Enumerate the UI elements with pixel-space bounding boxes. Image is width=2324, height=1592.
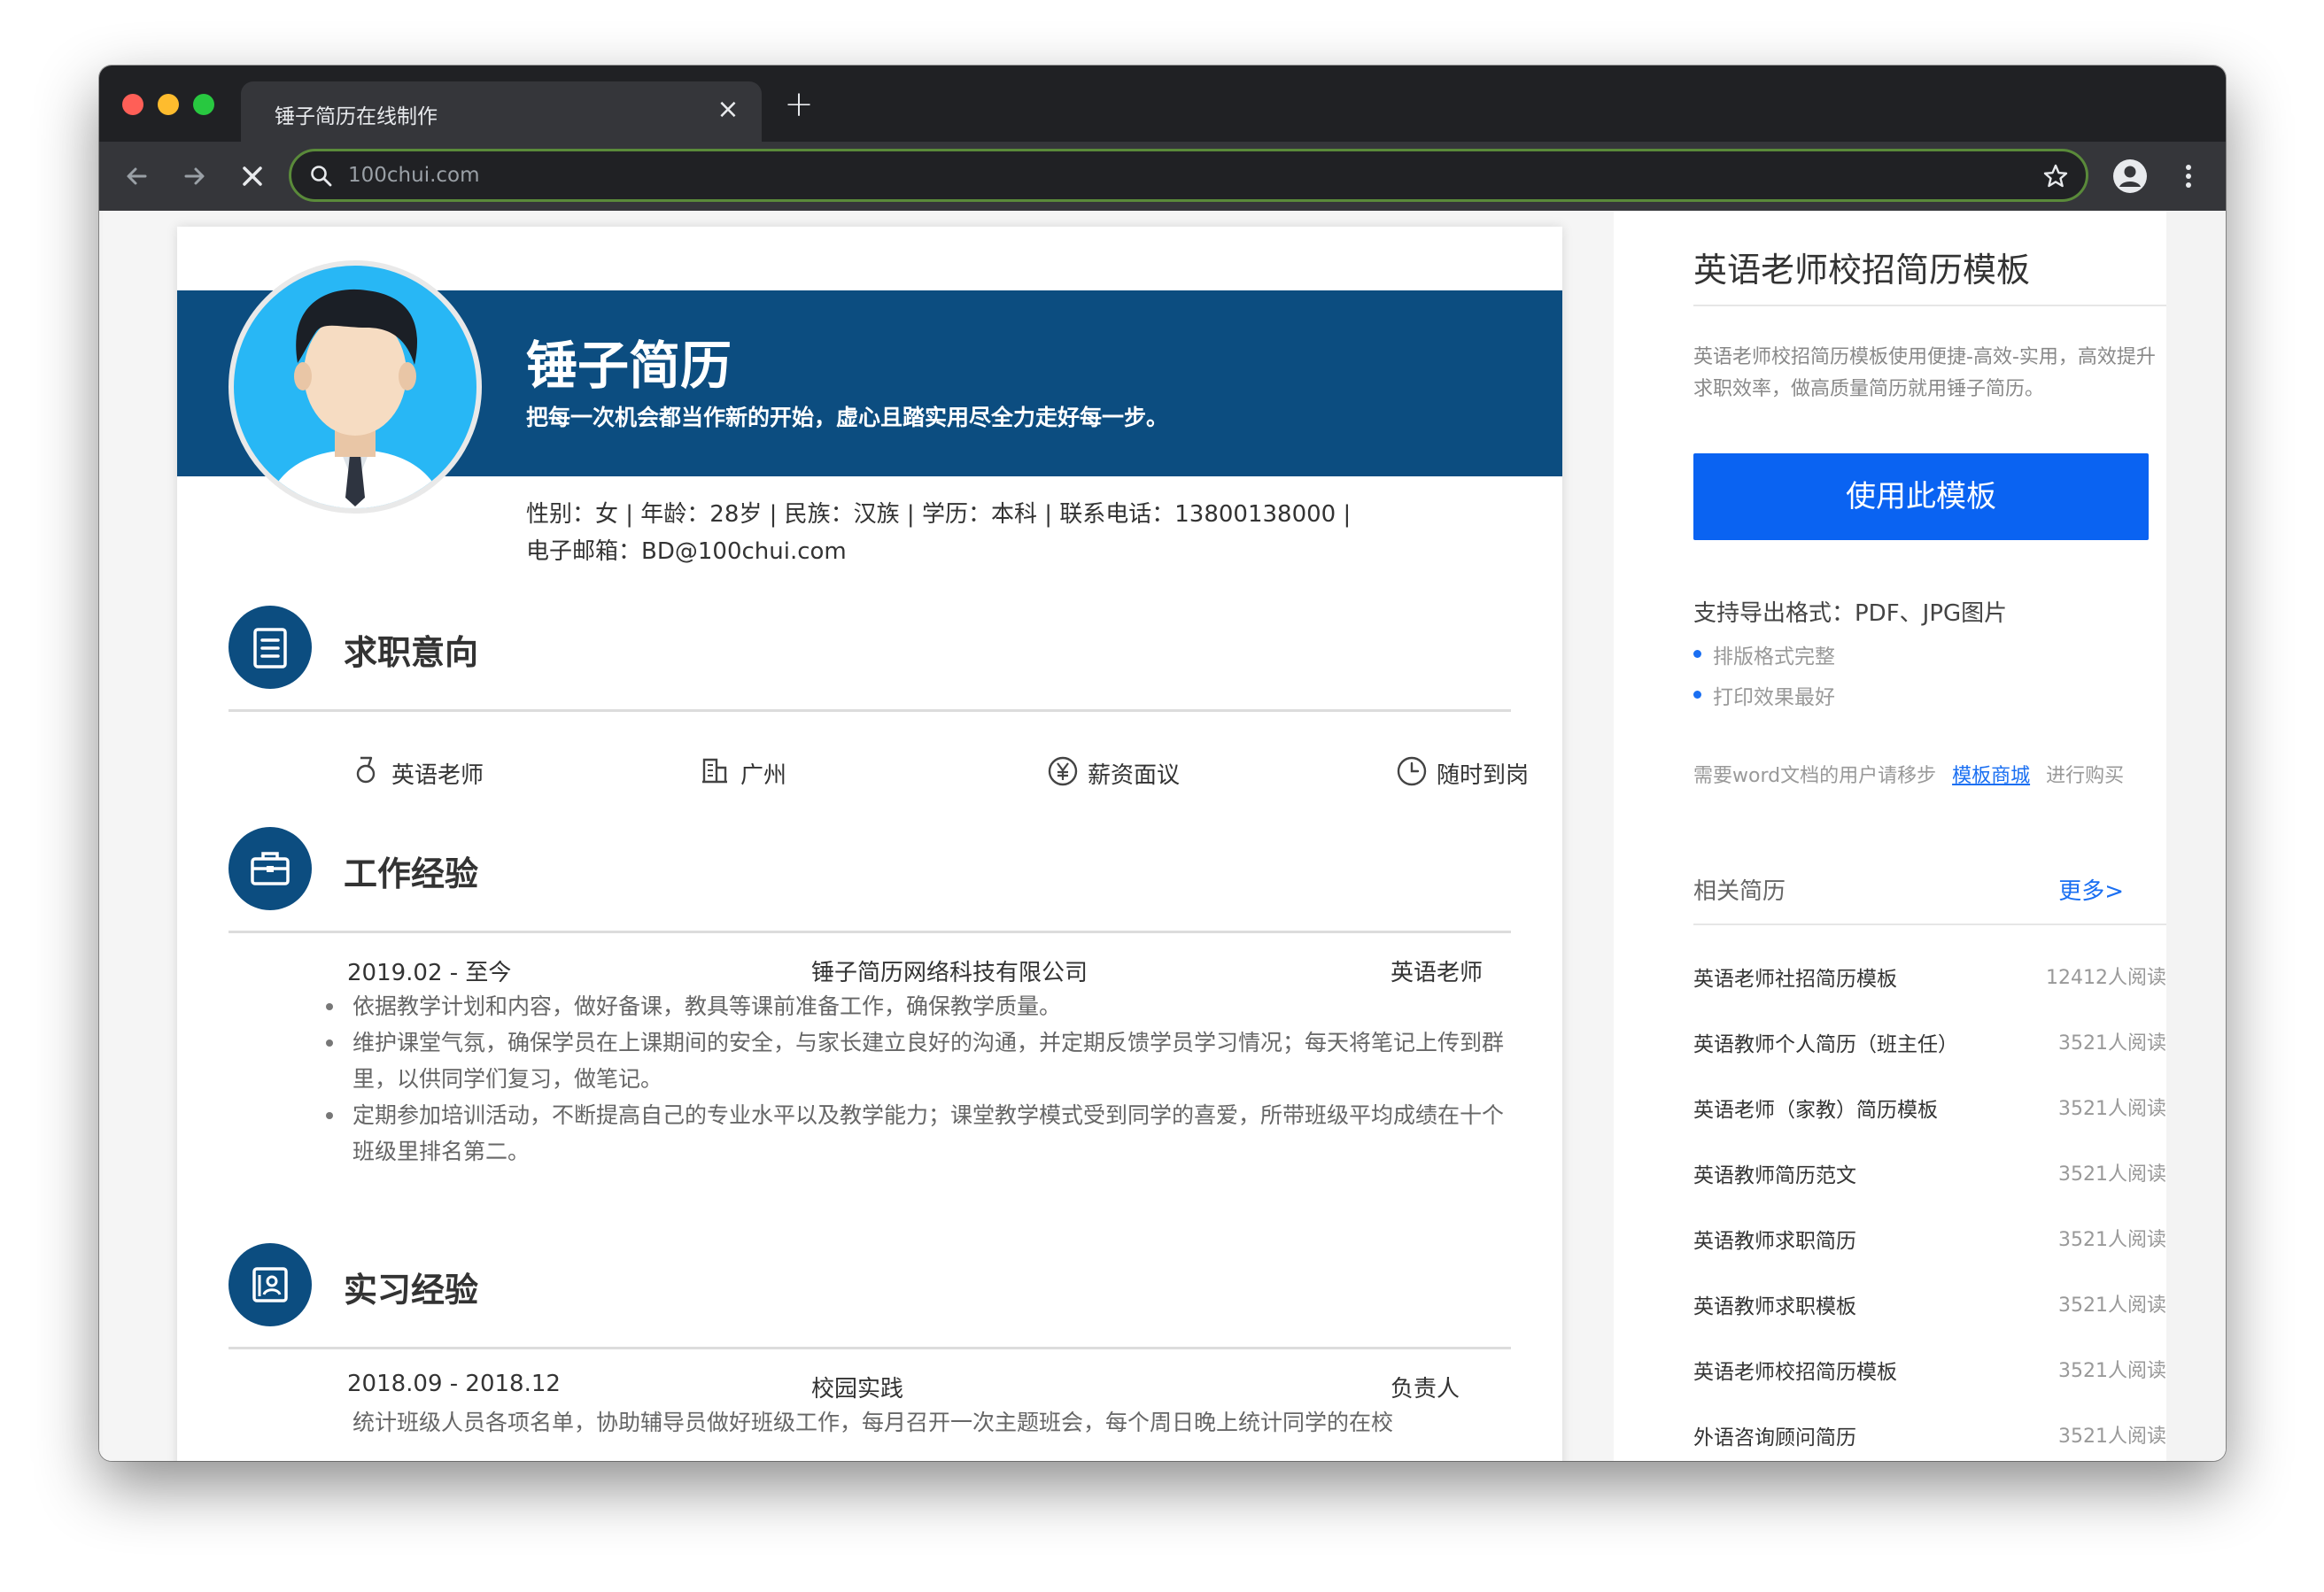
template-mall-link[interactable]: 模板商城: [1952, 765, 2030, 787]
related-item-count: 3521人阅读: [2058, 1426, 2166, 1448]
maximize-window-button[interactable]: [193, 94, 214, 115]
related-item[interactable]: 英语教师个人简历（班主任） 3521人阅读: [1693, 1027, 2166, 1063]
template-description: 英语老师校招简历模板使用便捷-高效-实用，高效提升求职效率，做高质量简历就用锤子…: [1693, 346, 2156, 400]
resume-name: 锤子简历: [526, 336, 732, 396]
tab-bar: 锤子简历在线制作 × +: [99, 66, 2226, 142]
stop-loading-icon[interactable]: [234, 158, 271, 195]
intern-role: 负责人: [1391, 1376, 1460, 1403]
work-role: 英语老师: [1391, 960, 1483, 986]
intern-bullet: 统计班级人员各项名单，协助辅导员做好班级工作，每月召开一次主题班会，每个周日晚上…: [352, 1404, 1513, 1441]
related-item-name[interactable]: 英语老师社招简历模板: [1693, 962, 1897, 992]
related-item[interactable]: 英语老师（家教）简历模板 3521人阅读: [1693, 1093, 2166, 1128]
format-point: 排版格式完整: [1693, 639, 1835, 669]
section-divider: [229, 931, 1511, 933]
resume-document: 锤子简历 把每一次机会都当作新的开始，虚心且踏实用尽全力走好每一步。 性别：女 …: [177, 227, 1562, 1461]
intent-availability-label: 随时到岗: [1437, 762, 1530, 789]
avatar-illustration: [266, 289, 445, 508]
profile-avatar-icon[interactable]: [2111, 158, 2149, 195]
related-item-name[interactable]: 英语教师个人简历（班主任）: [1693, 1027, 1958, 1057]
related-item[interactable]: 外语咨询顾问简历 3521人阅读: [1693, 1420, 2166, 1456]
forward-arrow-icon[interactable]: [175, 158, 213, 195]
tab-title: 锤子简历在线制作: [275, 105, 438, 128]
related-item-name[interactable]: 英语老师（家教）简历模板: [1693, 1093, 1938, 1123]
menu-more-icon[interactable]: [2170, 158, 2207, 195]
email-info: 电子邮箱：BD@100chui.com: [526, 538, 847, 565]
template-title: 英语老师校招简历模板: [1693, 251, 2031, 290]
clock-icon: [1397, 756, 1427, 786]
related-item-count: 3521人阅读: [2058, 1163, 2166, 1186]
page-viewport: 锤子简历 把每一次机会都当作新的开始，虚心且踏实用尽全力走好每一步。 性别：女 …: [99, 211, 2226, 1461]
export-formats: 支持导出格式：PDF、JPG图片: [1693, 600, 2008, 627]
yen-icon: [1048, 756, 1078, 786]
related-item[interactable]: 英语教师简历范文 3521人阅读: [1693, 1158, 2166, 1194]
related-item[interactable]: 英语老师校招简历模板 3521人阅读: [1693, 1355, 2166, 1390]
related-item-count: 3521人阅读: [2058, 1294, 2166, 1317]
new-tab-button[interactable]: +: [781, 87, 817, 122]
word-notice-suffix: 进行购买: [2046, 765, 2125, 787]
search-icon: [311, 166, 332, 187]
side-divider: [1693, 924, 2166, 925]
related-item-count: 3521人阅读: [2058, 1229, 2166, 1251]
section-title-intent: 求职意向: [344, 633, 479, 672]
address-bar[interactable]: 100chui.com: [289, 149, 2088, 202]
related-item-count: 3521人阅读: [2058, 1032, 2166, 1055]
resume-motto: 把每一次机会都当作新的开始，虚心且踏实用尽全力走好每一步。: [526, 405, 1169, 430]
building-icon: [702, 758, 727, 784]
intent-city-label: 广州: [740, 762, 787, 789]
work-period: 2019.02 - 至今: [347, 960, 512, 986]
briefcase-icon: [229, 827, 312, 910]
word-notice: 需要word文档的用户请移步 模板商城 进行购买: [1693, 760, 2124, 788]
medal-icon: [356, 756, 376, 784]
related-item-name[interactable]: 英语教师简历范文: [1693, 1158, 1856, 1188]
related-item-name[interactable]: 英语教师求职模板: [1693, 1289, 1856, 1319]
use-template-button[interactable]: 使用此模板: [1693, 453, 2149, 540]
bookmark-star-icon[interactable]: [2041, 162, 2070, 190]
related-heading: 相关简历: [1693, 878, 1786, 905]
intern-period: 2018.09 - 2018.12: [347, 1371, 561, 1397]
work-bullet: 维护课堂气氛，确保学员在上课期间的安全，与家长建立良好的沟通，并定期反馈学员学习…: [326, 1024, 1513, 1097]
related-item-count: 3521人阅读: [2058, 1360, 2166, 1382]
related-item-name[interactable]: 英语教师求职简历: [1693, 1224, 1856, 1254]
intent-salary-label: 薪资面议: [1088, 762, 1181, 789]
related-item-name[interactable]: 英语老师校招简历模板: [1693, 1355, 1897, 1385]
related-item-count: 3521人阅读: [2058, 1098, 2166, 1120]
intent-position-label: 英语老师: [391, 762, 484, 789]
personal-info: 性别：女 | 年龄：28岁 | 民族：汉族 | 学历：本科 | 联系电话：138…: [526, 501, 1352, 528]
related-item-count: 12412人阅读: [2046, 967, 2166, 989]
section-title-intern: 实习经验: [344, 1271, 479, 1310]
work-company: 锤子简历网络科技有限公司: [811, 960, 1088, 986]
intern-badge-icon: [229, 1243, 312, 1326]
template-side-panel: 英语老师校招简历模板 英语老师校招简历模板使用便捷-高效-实用，高效提升求职效率…: [1614, 211, 2166, 1461]
work-bullet: 定期参加培训活动，不断提高自己的专业水平以及教学能力；课堂教学模式受到同学的喜爱…: [326, 1097, 1513, 1170]
tab-active[interactable]: 锤子简历在线制作 ×: [241, 81, 762, 142]
back-arrow-icon[interactable]: [119, 158, 156, 195]
intern-company: 校园实践: [811, 1376, 904, 1403]
resume-avatar: [229, 260, 482, 514]
word-notice-prefix: 需要word文档的用户请移步: [1693, 765, 1937, 787]
related-item[interactable]: 英语教师求职模板 3521人阅读: [1693, 1289, 2166, 1325]
tab-close-icon[interactable]: ×: [712, 94, 744, 126]
more-link[interactable]: 更多>: [2058, 873, 2124, 906]
section-title-work: 工作经验: [344, 854, 479, 893]
section-divider: [229, 1347, 1511, 1349]
related-item-name[interactable]: 外语咨询顾问简历: [1693, 1420, 1856, 1450]
work-bullet: 依据教学计划和内容，做好备课，教具等课前准备工作，确保教学质量。: [326, 988, 1513, 1024]
url-text[interactable]: 100chui.com: [348, 164, 480, 187]
close-window-button[interactable]: [122, 94, 143, 115]
side-divider: [1693, 305, 2166, 306]
minimize-window-button[interactable]: [158, 94, 179, 115]
section-divider: [229, 709, 1511, 712]
browser-toolbar: 100chui.com: [99, 142, 2226, 211]
clipboard-icon: [229, 606, 312, 689]
related-item[interactable]: 英语老师社招简历模板 12412人阅读: [1693, 962, 2166, 997]
format-point: 打印效果最好: [1693, 680, 1835, 710]
related-item[interactable]: 英语教师求职简历 3521人阅读: [1693, 1224, 2166, 1259]
browser-window: 锤子简历在线制作 × + 100chui.com 锤子简历 把每一次机会都当作新…: [99, 66, 2226, 1461]
